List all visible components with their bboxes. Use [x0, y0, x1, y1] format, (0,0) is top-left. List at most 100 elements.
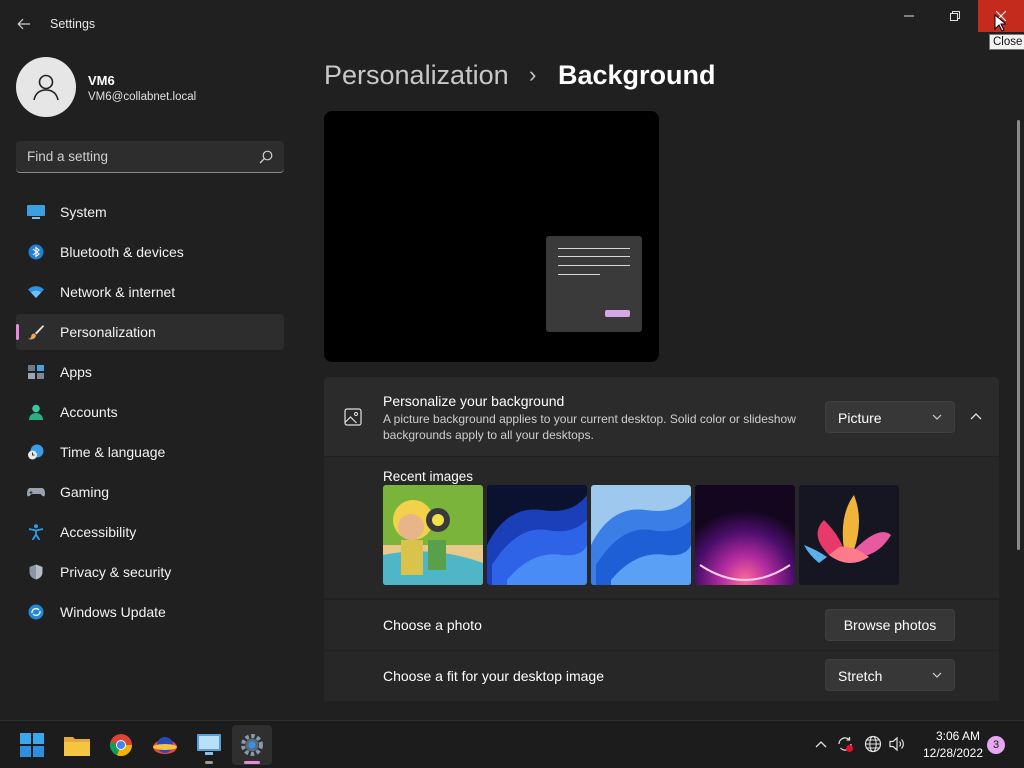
- recent-image-5[interactable]: [799, 485, 899, 585]
- bluetooth-icon: [28, 244, 44, 260]
- app-title: Settings: [50, 17, 96, 31]
- chrome-icon: [110, 734, 133, 757]
- sidebar-item-accessibility[interactable]: Accessibility: [16, 514, 284, 550]
- preview-line: [558, 248, 630, 249]
- sidebar-item-label: Windows Update: [60, 604, 166, 620]
- fit-dropdown[interactable]: Stretch: [825, 659, 955, 691]
- mouse-cursor-icon: [994, 14, 1006, 32]
- user-email: VM6@collabnet.local: [88, 91, 197, 103]
- sidebar-nav: System Bluetooth & devices Network & int…: [16, 194, 284, 634]
- app-button[interactable]: [151, 731, 179, 759]
- apps-icon: [28, 365, 44, 379]
- title-bar: Settings Close: [0, 0, 1024, 50]
- system-icon: [27, 205, 45, 219]
- recent-images-label: Recent images: [383, 469, 474, 484]
- blue-bloom-light-image: [591, 485, 691, 585]
- sidebar-item-label: Gaming: [60, 484, 110, 500]
- accessibility-icon: [28, 524, 44, 540]
- brush-icon: [28, 325, 44, 340]
- notification-badge[interactable]: 3: [987, 736, 1005, 754]
- search-input[interactable]: [16, 141, 246, 172]
- blue-bloom-dark-image: [487, 485, 587, 585]
- sync-status-button[interactable]: [836, 735, 854, 753]
- start-icon: [20, 733, 44, 757]
- start-button[interactable]: [18, 731, 46, 759]
- network-tray-button[interactable]: [864, 735, 882, 753]
- collapse-button[interactable]: [962, 402, 990, 430]
- settings-taskbar-button[interactable]: [238, 731, 266, 759]
- chevron-up-icon: [815, 741, 827, 748]
- chevron-down-icon: [932, 414, 942, 420]
- remote-desktop-button[interactable]: [195, 731, 223, 759]
- search-icon[interactable]: [258, 149, 274, 165]
- sidebar-item-label: Personalization: [60, 324, 156, 340]
- sidebar-item-apps[interactable]: Apps: [16, 354, 284, 390]
- app-icon: [153, 737, 177, 754]
- desktop-preview: [324, 111, 659, 362]
- card-description: A picture background applies to your cur…: [383, 412, 796, 442]
- sync-icon: [838, 737, 853, 752]
- chrome-button[interactable]: [107, 731, 135, 759]
- search-box[interactable]: [16, 141, 284, 173]
- clock-time[interactable]: 3:06 AM: [928, 729, 988, 743]
- settings-icon: [241, 734, 263, 756]
- sidebar-item-system[interactable]: System: [16, 194, 284, 230]
- background-type-dropdown[interactable]: Picture: [825, 401, 955, 433]
- remote-desktop-icon: [197, 734, 221, 755]
- sidebar-item-network[interactable]: Network & internet: [16, 274, 284, 310]
- picture-icon: [344, 408, 362, 426]
- browse-photos-button[interactable]: Browse photos: [825, 609, 955, 641]
- chevron-down-icon: [932, 672, 942, 678]
- time-language-icon: [28, 444, 44, 460]
- globe-icon: [864, 735, 882, 753]
- sidebar-item-windows-update[interactable]: Windows Update: [16, 594, 284, 630]
- sidebar-item-label: Bluetooth & devices: [60, 244, 184, 260]
- sidebar-item-accounts[interactable]: Accounts: [16, 394, 284, 430]
- sidebar-item-privacy-security[interactable]: Privacy & security: [16, 554, 284, 590]
- scrollbar[interactable]: [1017, 120, 1020, 550]
- gamepad-icon: [27, 488, 45, 497]
- sidebar-item-label: Privacy & security: [60, 564, 172, 580]
- show-hidden-icons-button[interactable]: [812, 735, 830, 753]
- wifi-icon: [28, 286, 44, 298]
- choose-photo-row: Choose a photo Browse photos: [324, 600, 999, 650]
- personalize-background-card[interactable]: Personalize your background A picture ba…: [324, 377, 999, 456]
- sidebar-item-label: Apps: [60, 364, 92, 380]
- avatar[interactable]: [16, 57, 76, 117]
- clock-date[interactable]: 12/28/2022: [918, 746, 988, 760]
- fit-row: Choose a fit for your desktop image Stre…: [324, 651, 999, 701]
- sidebar-item-bluetooth[interactable]: Bluetooth & devices: [16, 234, 284, 270]
- sidebar-item-personalization[interactable]: Personalization: [16, 314, 284, 350]
- restore-button[interactable]: [932, 0, 978, 32]
- breadcrumb-separator: ›: [529, 62, 537, 87]
- accounts-icon: [29, 404, 43, 420]
- update-icon: [28, 604, 44, 620]
- purple-glow-image: [695, 485, 795, 585]
- sidebar-item-time-language[interactable]: Time & language: [16, 434, 284, 470]
- recent-image-3[interactable]: [591, 485, 691, 585]
- preview-line: [558, 256, 630, 257]
- dropdown-value: Picture: [838, 410, 882, 426]
- recent-image-1[interactable]: [383, 485, 483, 585]
- cartoon-character-image: [383, 485, 483, 585]
- running-indicator: [205, 761, 213, 764]
- close-tooltip: Close: [989, 34, 1024, 50]
- file-explorer-button[interactable]: [63, 731, 91, 759]
- sidebar-item-gaming[interactable]: Gaming: [16, 474, 284, 510]
- sidebar-item-label: Accounts: [60, 404, 118, 420]
- recent-image-2[interactable]: [487, 485, 587, 585]
- back-button[interactable]: [10, 12, 38, 36]
- minimize-button[interactable]: [886, 0, 932, 32]
- recent-image-4[interactable]: [695, 485, 795, 585]
- preview-window: [546, 236, 642, 332]
- volume-tray-button[interactable]: [888, 735, 906, 753]
- choose-photo-label: Choose a photo: [383, 617, 482, 633]
- preview-line: [558, 265, 630, 266]
- back-arrow-icon: [17, 18, 30, 30]
- sidebar-item-label: Network & internet: [60, 284, 176, 300]
- sidebar-item-label: Time & language: [60, 444, 166, 460]
- preview-button: [605, 310, 630, 317]
- card-title: Personalize your background: [383, 393, 565, 409]
- fit-label: Choose a fit for your desktop image: [383, 668, 605, 684]
- breadcrumb-parent[interactable]: Personalization: [324, 60, 509, 91]
